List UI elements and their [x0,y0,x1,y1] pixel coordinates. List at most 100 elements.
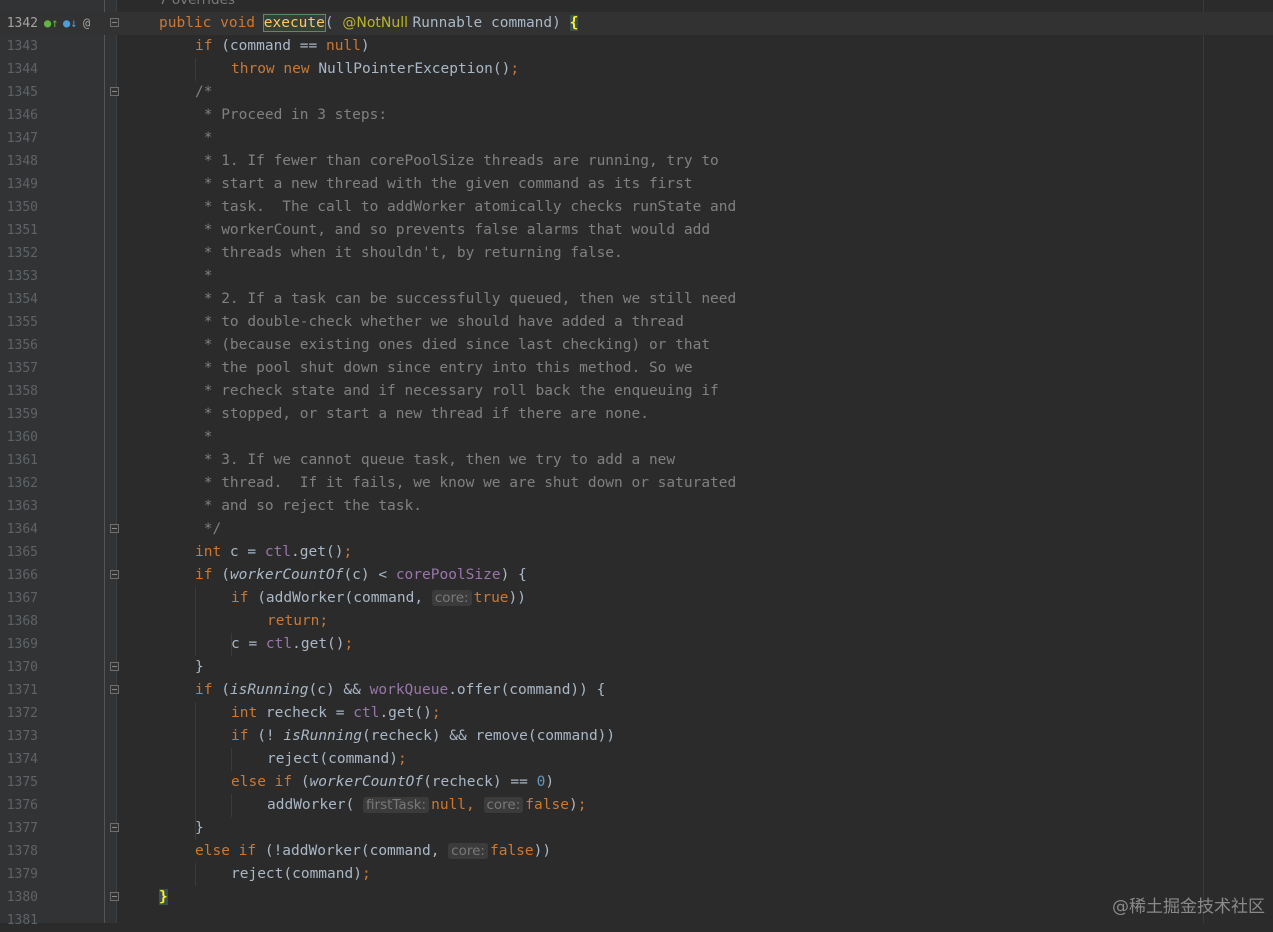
code-line[interactable]: 1369 c = ctl.get(); [0,633,1273,656]
line-number[interactable]: 1352 [0,242,38,265]
code-line[interactable]: 1356 * (because existing ones died since… [0,334,1273,357]
code-text[interactable]: * Proceed in 3 steps: [195,104,387,127]
code-text[interactable]: throw new NullPointerException(); [231,58,519,81]
line-number[interactable]: 1366 [0,564,38,587]
code-text[interactable]: if (addWorker(command, core: true)) [231,587,526,610]
line-number[interactable]: 1354 [0,288,38,311]
code-line[interactable]: 1349 * start a new thread with the given… [0,173,1273,196]
code-line[interactable]: 1351 * workerCount, and so prevents fals… [0,219,1273,242]
code-line[interactable]: 1355 * to double-check whether we should… [0,311,1273,334]
line-number[interactable]: 1370 [0,656,38,679]
code-line[interactable]: 1348 * 1. If fewer than corePoolSize thr… [0,150,1273,173]
annotation-icon[interactable]: @ [83,12,90,35]
code-text[interactable]: /* [195,81,212,104]
code-text[interactable]: * and so reject the task. [195,495,422,518]
code-line[interactable]: 1371 if (isRunning(c) && workQueue.offer(… [0,679,1273,702]
code-line[interactable]: 1372 int recheck = ctl.get(); [0,702,1273,725]
code-text[interactable]: } [159,886,168,909]
line-number[interactable]: 1374 [0,748,38,771]
line-number[interactable]: 1343 [0,35,38,58]
line-number[interactable]: 1358 [0,380,38,403]
line-number[interactable]: 1342 [0,12,38,35]
code-line[interactable]: 1375 else if (workerCountOf(recheck) == 0… [0,771,1273,794]
code-line[interactable]: 1376 addWorker( firstTask: null, core: fals… [0,794,1273,817]
code-text[interactable]: addWorker( firstTask: null, core: false); [267,794,586,817]
code-text[interactable]: * stopped, or start a new thread if ther… [195,403,649,426]
fold-toggle-icon[interactable] [110,823,119,832]
override-icon[interactable]: ●↑ [44,12,58,35]
line-number[interactable]: 1360 [0,426,38,449]
code-text[interactable]: else if (!addWorker(command, core: false)… [195,840,551,863]
code-line[interactable]: 1378 else if (!addWorker(command, core: fa… [0,840,1273,863]
fold-toggle-icon[interactable] [110,18,119,27]
fold-toggle-icon[interactable] [110,570,119,579]
code-text[interactable]: * task. The call to addWorker atomically… [195,196,737,219]
code-line[interactable]: 1364 */ [0,518,1273,541]
code-line[interactable]: 1374 reject(command); [0,748,1273,771]
code-line[interactable]: 1363 * and so reject the task. [0,495,1273,518]
code-text[interactable]: else if (workerCountOf(recheck) == 0) [231,771,554,794]
code-line[interactable]: 1367 if (addWorker(command, core: true)) [0,587,1273,610]
code-line[interactable]: 1350 * task. The call to addWorker atomi… [0,196,1273,219]
code-line[interactable]: 1342 ●↑ ●↓ @ public void execute( @NotNull R… [0,12,1273,35]
code-text[interactable]: * [195,265,213,288]
code-editor[interactable]: 7 overrides 1342 ●↑ ●↓ @ public void execute… [0,0,1273,928]
line-number[interactable]: 1365 [0,541,38,564]
line-number[interactable]: 1380 [0,886,38,909]
line-number[interactable]: 1378 [0,840,38,863]
code-text[interactable]: reject(command); [231,863,371,886]
code-line[interactable]: 1381 [0,909,1273,932]
line-number[interactable]: 1371 [0,679,38,702]
line-number[interactable]: 1375 [0,771,38,794]
code-line[interactable]: 1365 int c = ctl.get(); [0,541,1273,564]
code-line[interactable]: 1379 reject(command); [0,863,1273,886]
line-number[interactable]: 1376 [0,794,38,817]
code-text[interactable]: if (command == null) [195,35,370,58]
line-number[interactable]: 1369 [0,633,38,656]
code-line[interactable]: 1347 * [0,127,1273,150]
code-line[interactable]: 1359 * stopped, or start a new thread if… [0,403,1273,426]
fold-toggle-icon[interactable] [110,892,119,901]
line-number[interactable]: 1363 [0,495,38,518]
code-text[interactable]: public void execute( @NotNull Runnable c… [159,12,579,35]
line-number[interactable]: 1346 [0,104,38,127]
line-number[interactable]: 1372 [0,702,38,725]
code-text[interactable]: * (because existing ones died since last… [195,334,710,357]
code-line[interactable]: 1377} [0,817,1273,840]
line-number[interactable]: 1349 [0,173,38,196]
fold-toggle-icon[interactable] [110,87,119,96]
line-number[interactable]: 1377 [0,817,38,840]
line-number[interactable]: 1348 [0,150,38,173]
line-number[interactable]: 1362 [0,472,38,495]
code-text[interactable]: * to double-check whether we should have… [195,311,684,334]
code-text[interactable]: */ [195,518,221,541]
line-number[interactable]: 1353 [0,265,38,288]
code-line[interactable]: 1346 * Proceed in 3 steps: [0,104,1273,127]
code-text[interactable]: return; [267,610,328,633]
code-line[interactable]: 1380} [0,886,1273,909]
code-text[interactable]: * threads when it shouldn't, by returnin… [195,242,623,265]
code-text[interactable]: * [195,426,213,449]
code-line[interactable]: 1353 * [0,265,1273,288]
line-number[interactable]: 1345 [0,81,38,104]
line-number[interactable]: 1379 [0,863,38,886]
line-number[interactable]: 1351 [0,219,38,242]
code-text[interactable]: if (workerCountOf(c) < corePoolSize) { [195,564,527,587]
code-text[interactable]: * 3. If we cannot queue task, then we tr… [195,449,675,472]
code-text[interactable]: * recheck state and if necessary roll ba… [195,380,719,403]
code-text[interactable]: int c = ctl.get(); [195,541,352,564]
code-line[interactable]: 1352 * threads when it shouldn't, by ret… [0,242,1273,265]
line-number[interactable]: 1359 [0,403,38,426]
code-line[interactable]: 1360 * [0,426,1273,449]
line-number[interactable]: 1373 [0,725,38,748]
code-line[interactable]: 1373 if (! isRunning(recheck) && remove(c… [0,725,1273,748]
code-text[interactable]: if (isRunning(c) && workQueue.offer(comm… [195,679,605,702]
line-number[interactable]: 1357 [0,357,38,380]
code-line[interactable]: 1357 * the pool shut down since entry in… [0,357,1273,380]
code-text[interactable]: int recheck = ctl.get(); [231,702,441,725]
line-number[interactable]: 1368 [0,610,38,633]
line-number[interactable]: 1356 [0,334,38,357]
line-number[interactable]: 1361 [0,449,38,472]
overrides-hint[interactable]: 7 overrides [159,0,235,8]
code-text[interactable]: * thread. If it fails, we know we are sh… [195,472,737,495]
